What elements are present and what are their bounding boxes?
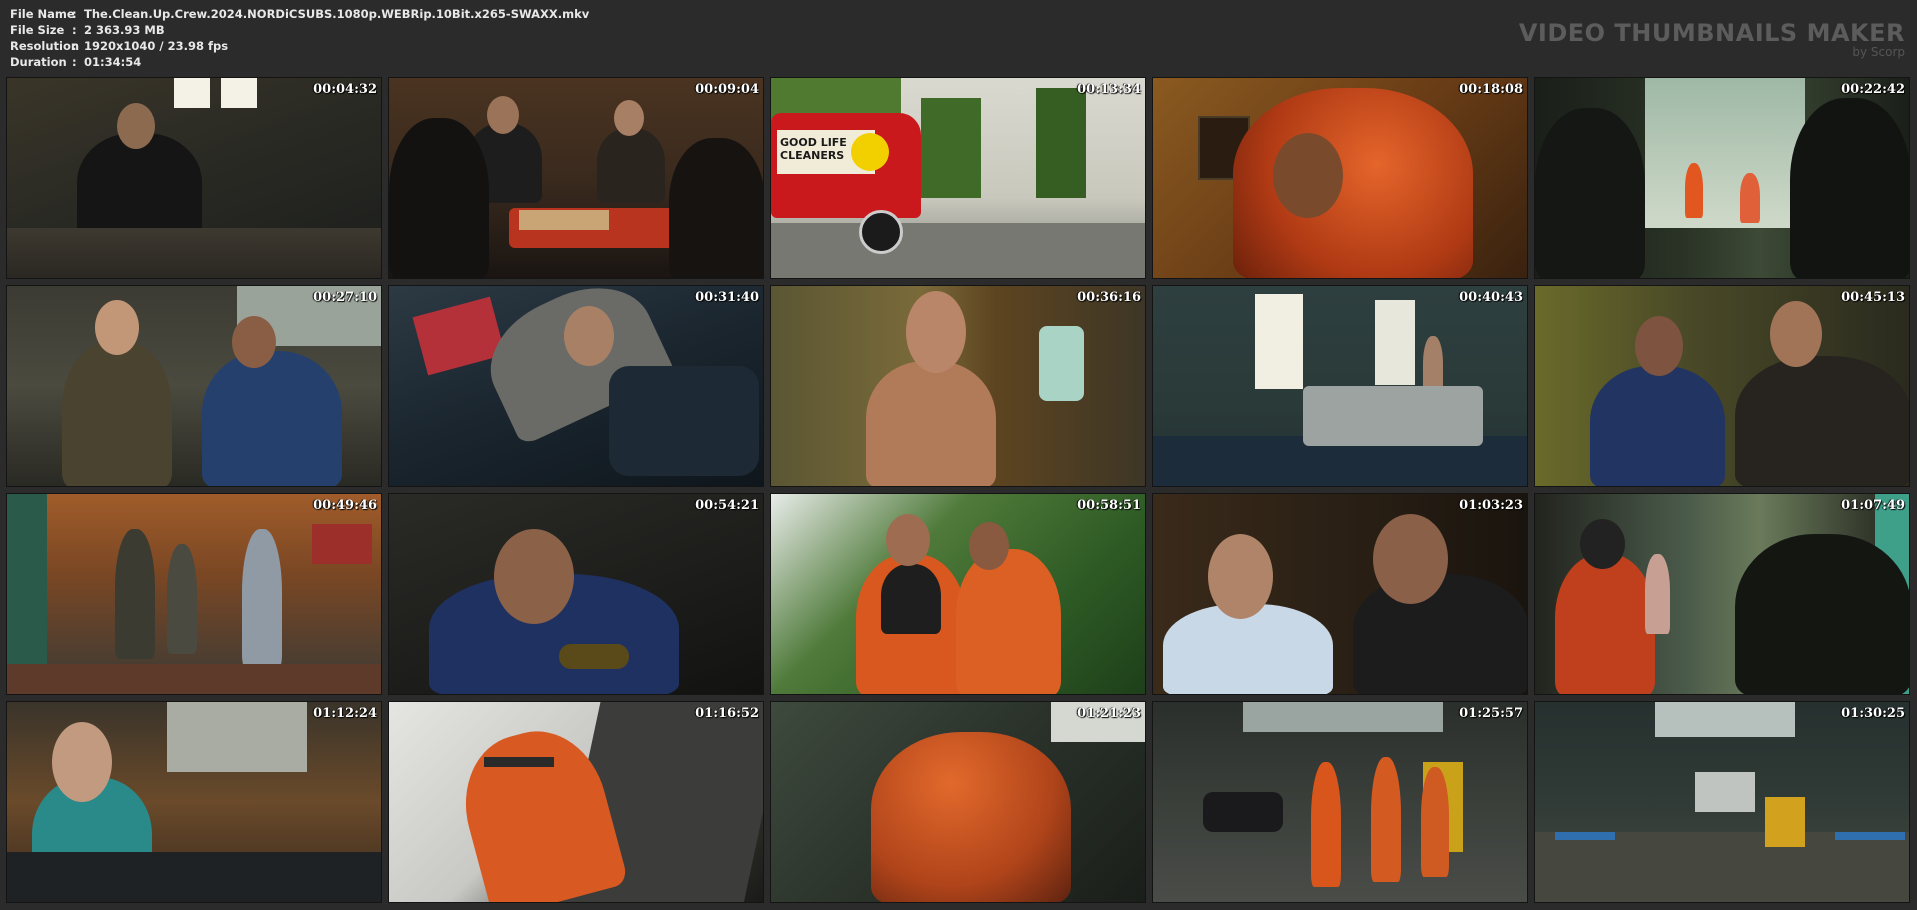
timestamp: 00:22:42 [1841, 82, 1905, 97]
scene-gunpoint [771, 494, 1145, 694]
timestamp: 01:07:49 [1841, 498, 1905, 513]
timestamp: 01:21:23 [1077, 706, 1141, 721]
timestamp: 00:18:08 [1459, 82, 1523, 97]
scene-climbing-wall [389, 702, 763, 902]
scene-shirtless-man [771, 286, 1145, 486]
thumbnail[interactable]: 00:45:13 [1534, 285, 1910, 487]
file-size-label: File Size [10, 23, 65, 37]
thumbnail[interactable]: 01:25:57 [1152, 701, 1528, 903]
timestamp: 00:04:32 [313, 82, 377, 97]
timestamp: 00:49:46 [313, 498, 377, 513]
timestamp: 01:03:23 [1459, 498, 1523, 513]
duration-label: Duration [10, 55, 67, 69]
scene-man-leaning [389, 494, 763, 694]
timestamp: 00:31:40 [695, 290, 759, 305]
thumbnail[interactable]: 00:18:08 [1152, 77, 1528, 279]
brand-watermark: VIDEO THUMBNAILS MAKER by Scorp [1519, 20, 1905, 58]
thumbnail-grid: 00:04:32 00:09:04 GOOD LIFE CLEANERS 00:… [6, 77, 1911, 904]
thumbnail[interactable]: 00:22:42 [1534, 77, 1910, 279]
thumbnail[interactable]: 00:49:46 [6, 493, 382, 695]
brand-title: VIDEO THUMBNAILS MAKER [1518, 19, 1905, 47]
scene-warehouse-talk [7, 286, 381, 486]
scene-messy-room [1153, 286, 1527, 486]
file-name-value: The.Clean.Up.Crew.2024.NORDiCSUBS.1080p.… [84, 7, 590, 21]
separator: : [72, 55, 77, 69]
timestamp: 00:09:04 [695, 82, 759, 97]
thumbnail[interactable]: 00:36:16 [770, 285, 1146, 487]
thumbnail[interactable]: 00:04:32 [6, 77, 382, 279]
timestamp: 01:25:57 [1459, 706, 1523, 721]
timestamp: 01:16:52 [695, 706, 759, 721]
van-sign-line2: CLEANERS [780, 149, 845, 162]
thumbnail[interactable]: 01:16:52 [388, 701, 764, 903]
scene-orange-hood [1153, 78, 1527, 278]
van-sign-line1: GOOD LIFE [780, 136, 847, 149]
timestamp: 00:40:43 [1459, 290, 1523, 305]
scene-confrontation [1535, 286, 1909, 486]
separator: : [72, 23, 77, 37]
timestamp: 00:45:13 [1841, 290, 1905, 305]
file-size-row: File Size : 2 363.93 MB [10, 22, 589, 38]
timestamp: 00:54:21 [695, 498, 759, 513]
scene-orange-back [771, 702, 1145, 902]
brand-subtitle: by Scorp [1852, 45, 1905, 59]
thumbnail[interactable]: 00:54:21 [388, 493, 764, 695]
duration-value: 01:34:54 [84, 55, 142, 69]
header: File Name : The.Clean.Up.Crew.2024.NORDi… [0, 0, 1917, 76]
file-size-value: 2 363.93 MB [84, 23, 165, 37]
scene-woman-couch [7, 702, 381, 902]
separator: : [72, 7, 77, 21]
scene-street-van: GOOD LIFE CLEANERS [771, 78, 1145, 278]
van-sign-text: GOOD LIFE CLEANERS [780, 136, 847, 162]
thumbnail[interactable]: 01:12:24 [6, 701, 382, 903]
thumbnail[interactable]: 00:09:04 [388, 77, 764, 279]
thumbnail[interactable]: 00:40:43 [1152, 285, 1528, 487]
thumbnail[interactable]: 00:31:40 [388, 285, 764, 487]
scene-van-interior [389, 286, 763, 486]
file-name-label: File Name [10, 7, 75, 21]
duration-row: Duration : 01:34:54 [10, 54, 589, 70]
scene-living-room [7, 494, 381, 694]
timestamp: 00:58:51 [1077, 498, 1141, 513]
scene-garage-door [1535, 494, 1909, 694]
timestamp: 00:27:10 [313, 290, 377, 305]
scene-dinner-table [389, 78, 763, 278]
timestamp: 00:13:34 [1077, 82, 1141, 97]
scene-window-watchers [1535, 78, 1909, 278]
thumbnail[interactable]: 00:58:51 [770, 493, 1146, 695]
thumbnail[interactable]: 00:27:10 [6, 285, 382, 487]
timestamp: 01:30:25 [1841, 706, 1905, 721]
file-name-row: File Name : The.Clean.Up.Crew.2024.NORDi… [10, 6, 589, 22]
scene-office [7, 78, 381, 278]
timestamp: 01:12:24 [313, 706, 377, 721]
file-info-panel: File Name : The.Clean.Up.Crew.2024.NORDi… [10, 6, 589, 70]
scene-warehouse-crew [1153, 702, 1527, 902]
scene-warehouse-wide [1535, 702, 1909, 902]
thumbnail[interactable]: 01:03:23 [1152, 493, 1528, 695]
resolution-label: Resolution [10, 39, 80, 53]
timestamp: 00:36:16 [1077, 290, 1141, 305]
scene-woman-on-phone [1153, 494, 1527, 694]
thumbnail[interactable]: 01:30:25 [1534, 701, 1910, 903]
thumbnail[interactable]: 01:21:23 [770, 701, 1146, 903]
thumbnail[interactable]: 01:07:49 [1534, 493, 1910, 695]
resolution-row: Resolution : 1920x1040 / 23.98 fps [10, 38, 589, 54]
separator: : [72, 39, 77, 53]
thumbnail[interactable]: GOOD LIFE CLEANERS 00:13:34 [770, 77, 1146, 279]
resolution-value: 1920x1040 / 23.98 fps [84, 39, 229, 53]
